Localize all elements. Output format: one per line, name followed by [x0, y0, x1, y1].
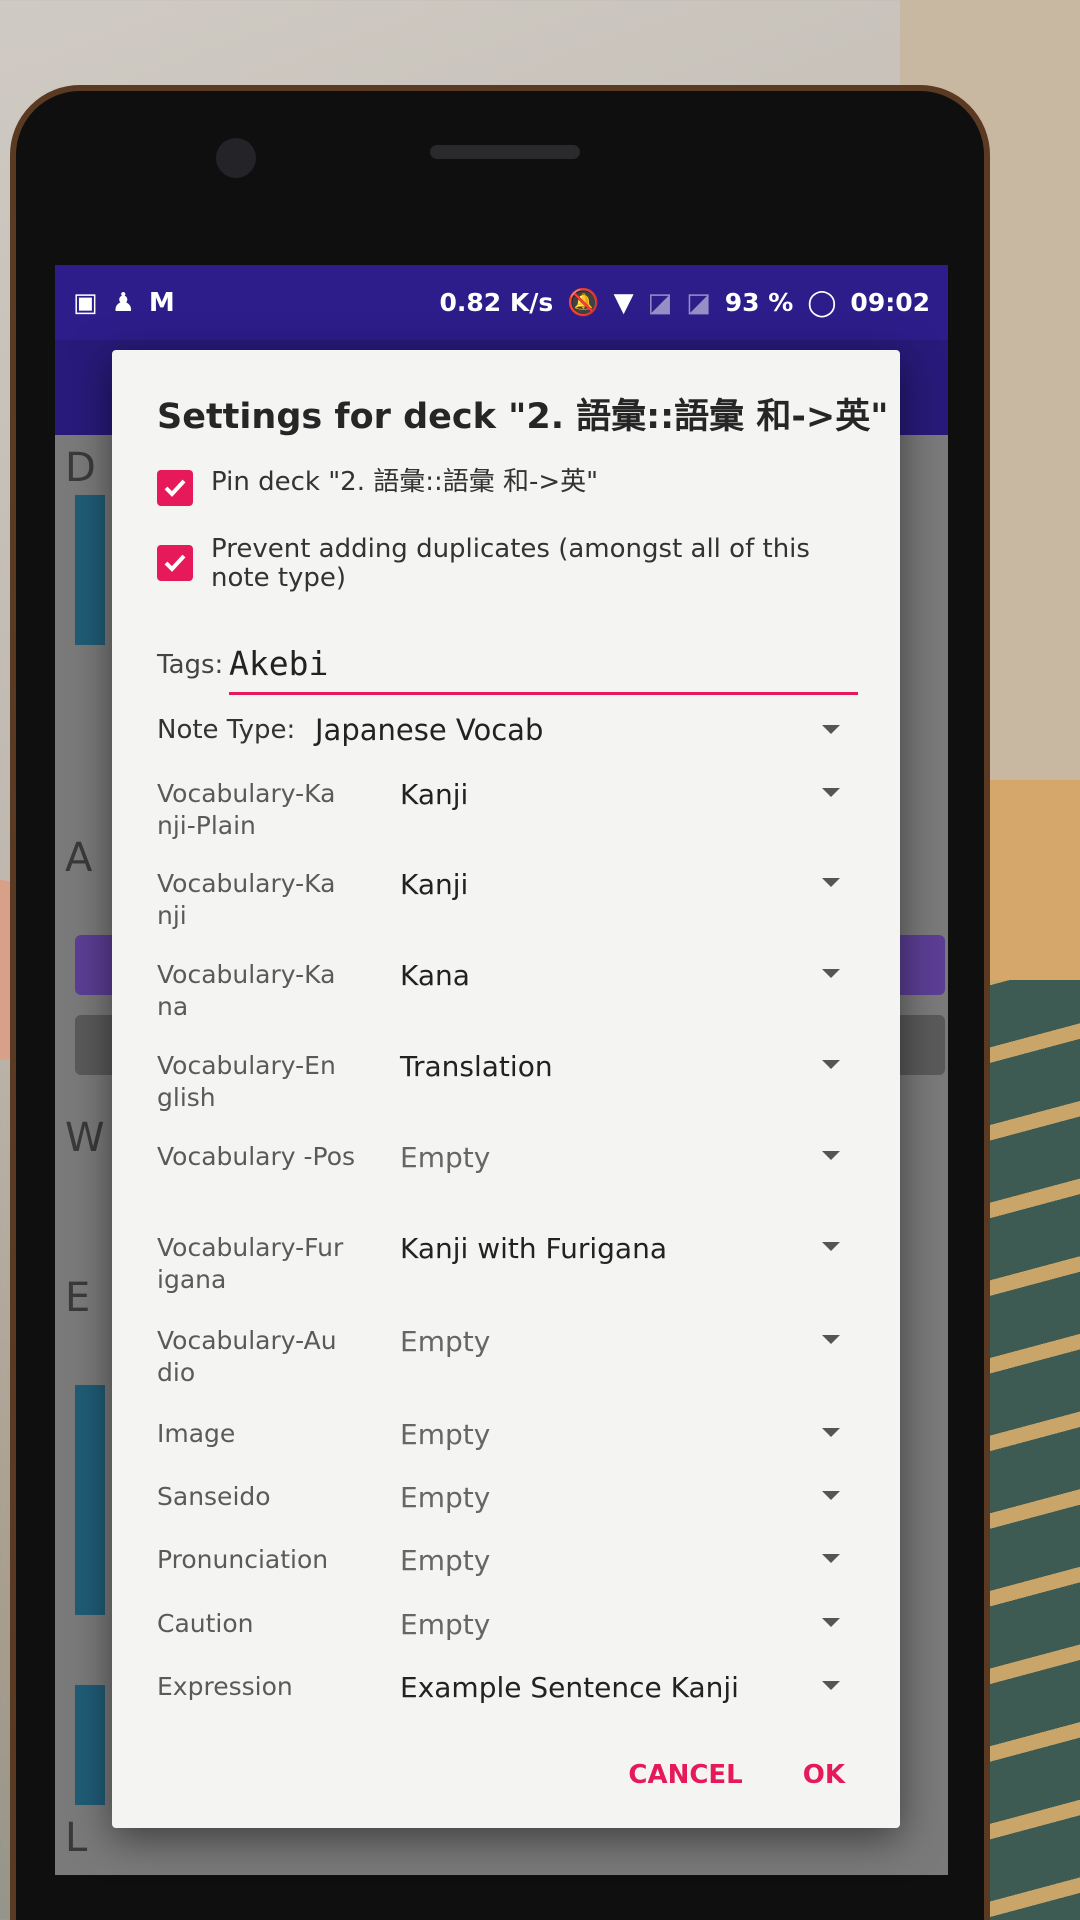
background-letter: L — [65, 1815, 88, 1861]
network-speed: 0.82 K/s — [439, 288, 554, 317]
wifi-icon: ▼ — [613, 287, 634, 318]
field-mapping-row[interactable]: Vocabulary-Ka na Kana — [157, 959, 840, 1029]
field-label: Vocabulary-Fur igana — [157, 1233, 344, 1294]
field-value-dropdown: Kanji with Furigana — [400, 1232, 667, 1265]
dropdown-caret-icon — [822, 1242, 840, 1251]
field-mapping-row[interactable]: Sanseido Empty — [157, 1481, 840, 1551]
account-icon: ♟ — [111, 287, 135, 318]
dropdown-caret-icon — [822, 725, 840, 734]
field-label: Pronunciation — [157, 1545, 329, 1574]
background-card — [75, 1685, 105, 1805]
status-bar: ▣ ♟ M 0.82 K/s 🔕 ▼ ◪ ◪ 93 % ◯ 09:02 — [55, 265, 948, 340]
field-label: Expression — [157, 1672, 293, 1701]
dropdown-caret-icon — [822, 1428, 840, 1437]
deck-settings-dialog: Settings for deck "2. 語彙::語彙 和->英" Pin d… — [112, 350, 900, 1828]
field-value-dropdown: Empty — [400, 1141, 491, 1174]
background-card — [75, 1385, 105, 1615]
background-letter: E — [65, 1275, 91, 1321]
no-sim-icon: ◪ — [686, 287, 711, 318]
prevent-duplicates-row[interactable]: Prevent adding duplicates (amongst all o… — [157, 535, 860, 593]
field-mapping-row[interactable]: Vocabulary-Ka nji-Plain Kanji — [157, 778, 840, 848]
field-value-dropdown: Example Sentence Kanji — [400, 1671, 739, 1704]
field-mapping-row[interactable]: Vocabulary-Au dio Empty — [157, 1325, 840, 1395]
field-label: Caution — [157, 1609, 254, 1638]
field-label: Vocabulary-Au dio — [157, 1326, 337, 1387]
field-label: Vocabulary -Pos — [157, 1142, 356, 1171]
checkmark-icon — [164, 554, 186, 572]
ok-button[interactable]: OK — [803, 1760, 845, 1790]
background-letter: D — [65, 445, 96, 491]
dropdown-caret-icon — [822, 969, 840, 978]
background-letter: W — [65, 1115, 105, 1161]
dropdown-caret-icon — [822, 1618, 840, 1627]
dropdown-caret-icon — [822, 1060, 840, 1069]
note-type-row[interactable]: Note Type: Japanese Vocab — [157, 713, 840, 755]
field-mapping-row[interactable]: Vocabulary-Fur igana Kanji with Furigana — [157, 1232, 840, 1302]
field-label: Vocabulary-Ka nji-Plain — [157, 779, 336, 840]
prevent-duplicates-label: Prevent adding duplicates (amongst all o… — [211, 534, 810, 593]
field-mapping-row[interactable]: Vocabulary-En glish Translation — [157, 1050, 840, 1120]
background-card — [75, 495, 105, 645]
field-label: Vocabulary-En glish — [157, 1051, 336, 1112]
pin-deck-checkbox[interactable] — [157, 470, 193, 506]
field-mapping-row[interactable]: Vocabulary-Ka nji Kanji — [157, 868, 840, 938]
dropdown-caret-icon — [822, 1554, 840, 1563]
dropdown-caret-icon — [822, 1681, 840, 1690]
gmail-icon: M — [148, 287, 175, 318]
field-value-dropdown: Empty — [400, 1608, 491, 1641]
field-mapping-row[interactable]: Caution Empty — [157, 1608, 840, 1678]
dropdown-caret-icon — [822, 1151, 840, 1160]
tags-row: Tags: — [157, 628, 858, 695]
dialog-title: Settings for deck "2. 語彙::語彙 和->英" — [157, 397, 889, 437]
field-label: Sanseido — [157, 1482, 271, 1511]
field-mapping-row[interactable]: Pronunciation Empty — [157, 1544, 840, 1614]
field-value-dropdown: Empty — [400, 1418, 491, 1451]
dialog-actions: CANCEL OK — [628, 1760, 845, 1790]
notification-icon: ▣ — [73, 287, 98, 318]
field-value-dropdown: Empty — [400, 1481, 491, 1514]
no-sim-icon: ◪ — [647, 287, 673, 318]
dropdown-caret-icon — [822, 1491, 840, 1500]
checkmark-icon — [164, 479, 186, 497]
earpiece-speaker — [430, 145, 580, 159]
mute-icon: 🔕 — [567, 287, 600, 318]
battery-icon: ◯ — [807, 287, 837, 318]
tags-label: Tags: — [157, 650, 224, 680]
pin-deck-label: Pin deck "2. 語彙::語彙 和->英" — [211, 467, 599, 497]
note-type-value: Japanese Vocab — [315, 713, 544, 747]
field-value-dropdown: Kanji — [400, 868, 469, 901]
field-mapping-row[interactable]: Vocabulary -Pos Empty — [157, 1141, 840, 1211]
field-mapping-row[interactable]: Expression Example Sentence Kanji — [157, 1671, 840, 1741]
pin-deck-row[interactable]: Pin deck "2. 語彙::語彙 和->英" — [157, 468, 860, 506]
prevent-duplicates-checkbox[interactable] — [157, 545, 193, 581]
field-value-dropdown: Empty — [400, 1544, 491, 1577]
field-value-dropdown: Kana — [400, 959, 470, 992]
clock: 09:02 — [850, 288, 930, 317]
field-value-dropdown: Kanji — [400, 778, 469, 811]
note-type-label: Note Type: — [157, 715, 296, 745]
background-letter: A — [65, 835, 93, 881]
battery-level: 93 % — [724, 288, 794, 317]
dropdown-caret-icon — [822, 788, 840, 797]
field-label: Vocabulary-Ka nji — [157, 869, 336, 930]
field-label: Image — [157, 1419, 236, 1448]
status-left: ▣ ♟ M — [73, 290, 175, 316]
field-label: Vocabulary-Ka na — [157, 960, 336, 1021]
tags-input[interactable] — [229, 628, 858, 695]
status-right: 0.82 K/s 🔕 ▼ ◪ ◪ 93 % ◯ 09:02 — [439, 288, 930, 317]
field-value-dropdown: Translation — [400, 1050, 553, 1083]
dropdown-caret-icon — [822, 878, 840, 887]
field-mapping-row[interactable]: Image Empty — [157, 1418, 840, 1488]
cancel-button[interactable]: CANCEL — [628, 1760, 742, 1790]
front-camera — [216, 138, 256, 178]
field-value-dropdown: Empty — [400, 1325, 491, 1358]
dropdown-caret-icon — [822, 1335, 840, 1344]
